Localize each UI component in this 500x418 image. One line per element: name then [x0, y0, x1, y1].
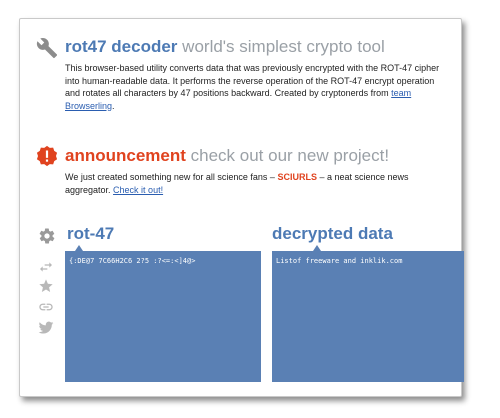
about-tagline: world's simplest crypto tool [182, 37, 385, 56]
about-heading: rot47 decoder world's simplest crypto to… [65, 37, 385, 57]
link-icon[interactable] [38, 299, 54, 315]
output-title: decrypted data [272, 224, 393, 243]
about-text: This browser-based utility converts data… [65, 63, 440, 98]
input-title: rot-47 [67, 224, 115, 243]
about-title: rot47 decoder [65, 37, 178, 56]
sciurls-brand: SCIURLS [277, 172, 317, 182]
tool-card: rot47 decoder world's simplest crypto to… [19, 18, 464, 397]
output-textarea[interactable]: Listof freeware and inklik.com [272, 251, 464, 382]
announcement-heading: announcement check out our new project! [65, 146, 389, 166]
check-it-out-link[interactable]: Check it out! [113, 185, 163, 195]
announcement-tagline: check out our new project! [190, 146, 390, 165]
announcement-title: announcement [65, 146, 186, 165]
announcement-text: We just created something new for all sc… [65, 171, 451, 196]
twitter-icon[interactable] [38, 320, 54, 336]
gear-icon[interactable] [38, 227, 56, 245]
about-description: This browser-based utility converts data… [65, 62, 451, 112]
input-textarea[interactable]: {:DE@7 7C66H2C6 2?5 :?<=:<]4@> [65, 251, 261, 382]
swap-icon[interactable] [38, 259, 54, 275]
alert-icon [36, 145, 58, 167]
about-text-end: . [112, 100, 115, 111]
star-icon[interactable] [38, 278, 54, 294]
announcement-text-1: We just created something new for all sc… [65, 172, 278, 182]
wrench-icon [36, 38, 58, 59]
